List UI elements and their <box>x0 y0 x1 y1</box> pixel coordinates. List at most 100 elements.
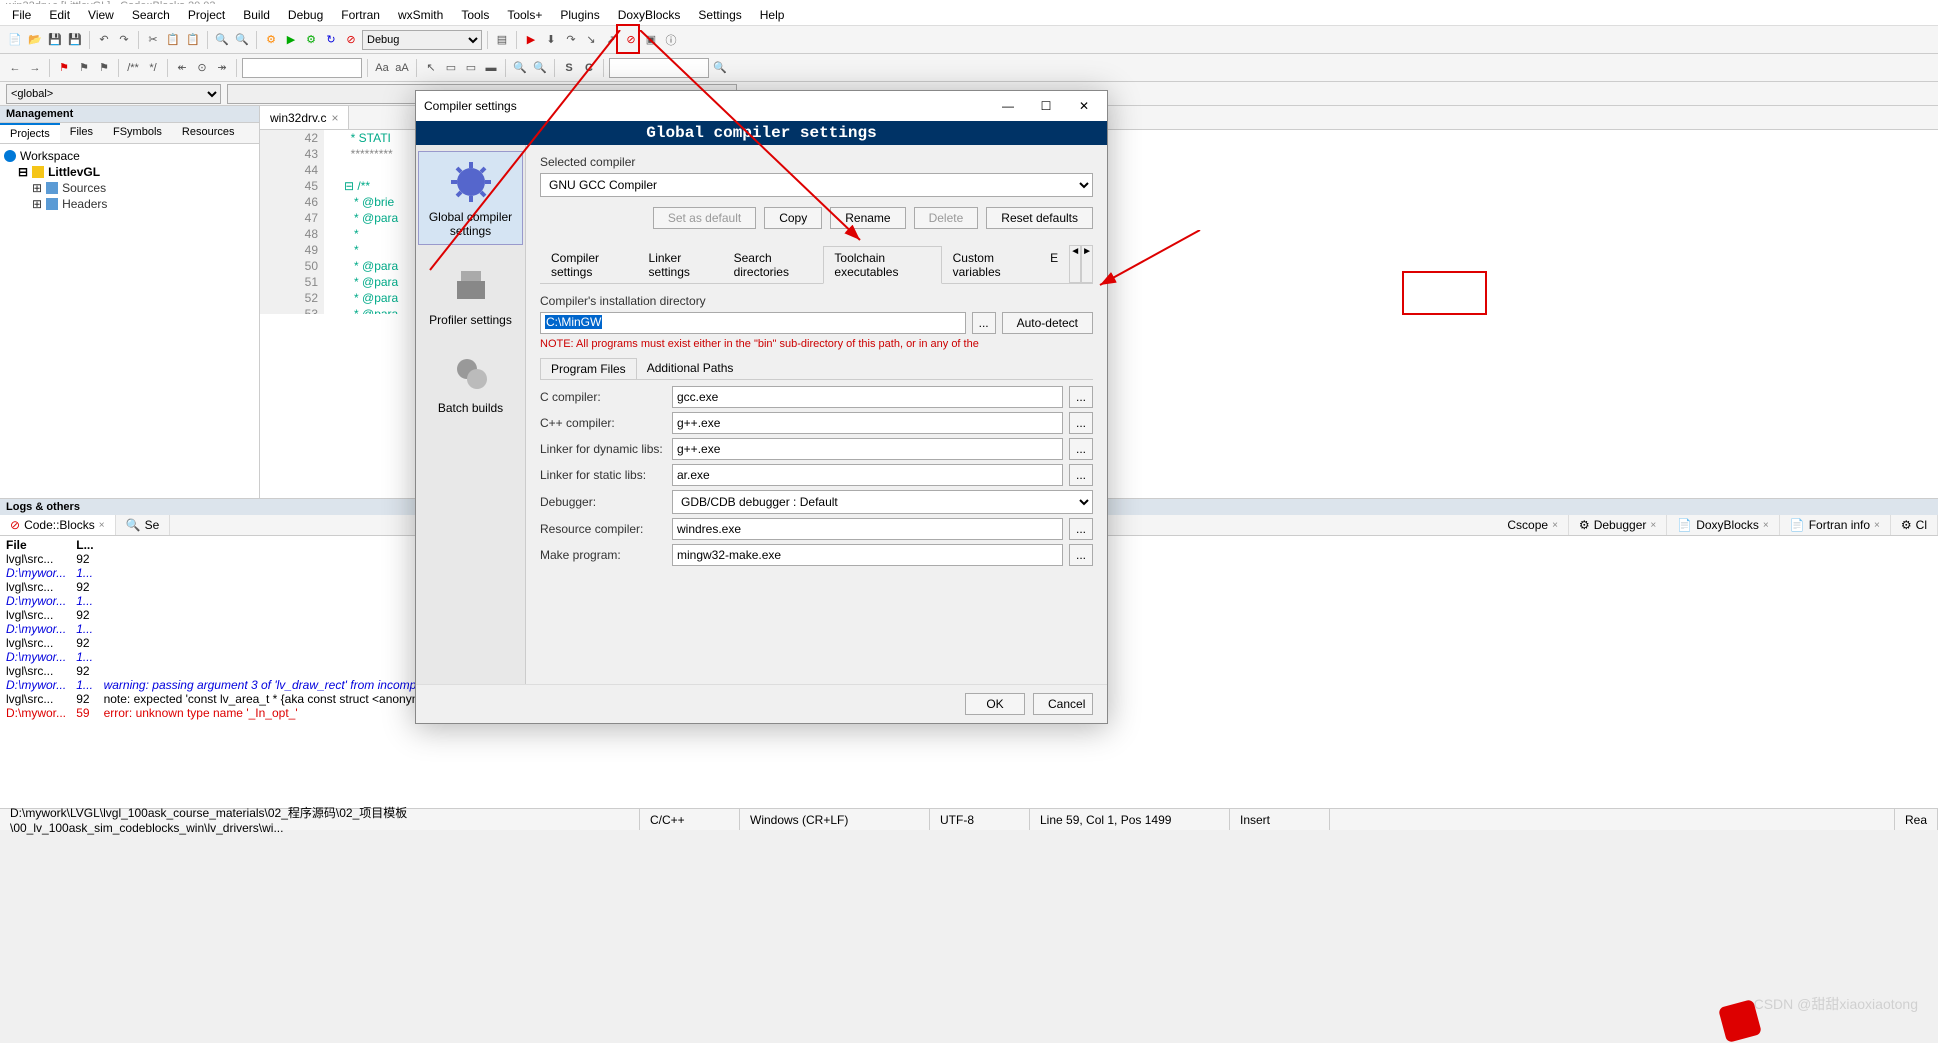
bookmark-next-icon[interactable]: ⚑ <box>95 59 113 77</box>
debug-start-icon[interactable]: ▶ <box>522 31 540 49</box>
menu-help[interactable]: Help <box>752 6 793 24</box>
build-target-select[interactable]: Debug <box>362 30 482 50</box>
install-dir-input[interactable]: C:\MinGW <box>540 312 966 334</box>
doc-icon[interactable]: ▤ <box>493 31 511 49</box>
dlg-tab-4[interactable]: Custom variables <box>942 246 1040 284</box>
zoom-out-icon[interactable]: 🔍 <box>531 59 549 77</box>
project-item[interactable]: ⊟LittlevGL <box>4 164 255 180</box>
search-input[interactable] <box>242 58 362 78</box>
cat-batch[interactable]: Batch builds <box>418 343 523 421</box>
field-Debugger[interactable]: GDB/CDB debugger : Default <box>672 490 1093 514</box>
step-out-icon[interactable]: ↗ <box>602 31 620 49</box>
subtab-additional-paths[interactable]: Additional Paths <box>637 358 744 379</box>
tab-nav-left[interactable]: ◄ <box>1069 245 1081 283</box>
nav-back-icon[interactable]: ↞ <box>173 59 191 77</box>
step-into-icon[interactable]: ↘ <box>582 31 600 49</box>
auto-detect-button[interactable]: Auto-detect <box>1002 312 1093 334</box>
redo-icon[interactable]: ↷ <box>115 31 133 49</box>
replace-icon[interactable]: 🔍 <box>233 31 251 49</box>
field-Makeprogram[interactable] <box>672 544 1063 566</box>
browse-Ccompiler[interactable]: ... <box>1069 386 1093 408</box>
dialog-titlebar[interactable]: Compiler settings — ☐ ✕ <box>416 91 1107 121</box>
field-Linkerforstaticlibs[interactable] <box>672 464 1063 486</box>
menu-project[interactable]: Project <box>180 6 233 24</box>
reset-button[interactable]: Reset defaults <box>986 207 1093 229</box>
browse-Linkerforstaticlibs[interactable]: ... <box>1069 464 1093 486</box>
zoom-in-icon[interactable]: 🔍 <box>511 59 529 77</box>
back-icon[interactable]: ← <box>6 59 24 77</box>
ok-button[interactable]: OK <box>965 693 1025 715</box>
logs-tab-cscope[interactable]: Cscope× <box>1497 515 1569 535</box>
forward-icon[interactable]: → <box>26 59 44 77</box>
field-Resourcecompiler[interactable] <box>672 518 1063 540</box>
dlg-tab-5[interactable]: E <box>1039 246 1069 284</box>
dlg-tab-2[interactable]: Search directories <box>723 246 824 284</box>
step-icon[interactable]: ⬇ <box>542 31 560 49</box>
layout1-icon[interactable]: ▭ <box>442 59 460 77</box>
menu-build[interactable]: Build <box>235 6 278 24</box>
stop-debug-icon[interactable]: ⊘ <box>622 31 640 49</box>
step-over-icon[interactable]: ↷ <box>562 31 580 49</box>
rebuild-icon[interactable]: ↻ <box>322 31 340 49</box>
logs-tab-debugger[interactable]: ⚙Debugger× <box>1569 515 1667 535</box>
layout2-icon[interactable]: ▭ <box>462 59 480 77</box>
find-icon[interactable]: 🔍 <box>213 31 231 49</box>
menu-doxyblocks[interactable]: DoxyBlocks <box>610 6 689 24</box>
info-icon[interactable]: ⓘ <box>662 31 680 49</box>
build-icon[interactable]: ⚙ <box>262 31 280 49</box>
scope-select[interactable]: <global> <box>6 84 221 104</box>
field-Ccompiler[interactable] <box>672 386 1063 408</box>
menu-view[interactable]: View <box>80 6 122 24</box>
menu-wxsmith[interactable]: wxSmith <box>390 6 451 24</box>
dlg-tab-3[interactable]: Toolchain executables <box>823 246 941 284</box>
layout3-icon[interactable]: ▬ <box>482 59 500 77</box>
expr-input[interactable] <box>609 58 709 78</box>
bookmark-prev-icon[interactable]: ⚑ <box>75 59 93 77</box>
rename-button[interactable]: Rename <box>830 207 905 229</box>
editor-tab[interactable]: win32drv.c× <box>260 106 349 129</box>
save-all-icon[interactable]: 💾 <box>66 31 84 49</box>
case-icon[interactable]: aA <box>393 59 411 77</box>
field-Linkerfordynamiclibs[interactable] <box>672 438 1063 460</box>
bookmark-icon[interactable]: ⚑ <box>55 59 73 77</box>
new-icon[interactable]: 📄 <box>6 31 24 49</box>
cursor-icon[interactable]: ↖ <box>422 59 440 77</box>
workspace-item[interactable]: Workspace <box>4 148 255 164</box>
logs-tab-search[interactable]: 🔍Se <box>116 515 171 535</box>
close-icon[interactable]: ✕ <box>1069 99 1099 113</box>
s-icon[interactable]: S <box>560 59 578 77</box>
mgmt-tab-resources[interactable]: Resources <box>172 123 245 143</box>
browse-C++compiler[interactable]: ... <box>1069 412 1093 434</box>
browse-Resourcecompiler[interactable]: ... <box>1069 518 1093 540</box>
tab-nav-right[interactable]: ► <box>1081 245 1093 283</box>
cat-profiler[interactable]: Profiler settings <box>418 255 523 333</box>
menu-edit[interactable]: Edit <box>41 6 78 24</box>
browse-button[interactable]: ... <box>972 312 996 334</box>
abort-icon[interactable]: ⊘ <box>342 31 360 49</box>
menu-tools+[interactable]: Tools+ <box>499 6 550 24</box>
logs-tab-doxy[interactable]: 📄DoxyBlocks× <box>1667 515 1779 535</box>
folder-sources[interactable]: ⊞Sources <box>4 180 255 196</box>
folder-headers[interactable]: ⊞Headers <box>4 196 255 212</box>
menu-debug[interactable]: Debug <box>280 6 331 24</box>
open-icon[interactable]: 📂 <box>26 31 44 49</box>
mgmt-tab-fsymbols[interactable]: FSymbols <box>103 123 172 143</box>
compiler-select[interactable]: GNU GCC Compiler <box>540 173 1093 197</box>
menu-fortran[interactable]: Fortran <box>333 6 388 24</box>
nav-home-icon[interactable]: ⊙ <box>193 59 211 77</box>
debug-window-icon[interactable]: ▣ <box>642 31 660 49</box>
build-run-icon[interactable]: ⚙ <box>302 31 320 49</box>
browse-Makeprogram[interactable]: ... <box>1069 544 1093 566</box>
menu-settings[interactable]: Settings <box>690 6 749 24</box>
minimize-icon[interactable]: — <box>993 99 1023 113</box>
logs-tab-fortran[interactable]: 📄Fortran info× <box>1780 515 1891 535</box>
field-C++compiler[interactable] <box>672 412 1063 434</box>
menu-plugins[interactable]: Plugins <box>552 6 607 24</box>
run-icon[interactable]: ▶ <box>282 31 300 49</box>
maximize-icon[interactable]: ☐ <box>1031 99 1061 113</box>
text-icon[interactable]: Aa <box>373 59 391 77</box>
dlg-tab-0[interactable]: Compiler settings <box>540 246 638 284</box>
delete-button[interactable]: Delete <box>914 207 979 229</box>
match-icon[interactable]: 🔍 <box>711 59 729 77</box>
cancel-button[interactable]: Cancel <box>1033 693 1093 715</box>
